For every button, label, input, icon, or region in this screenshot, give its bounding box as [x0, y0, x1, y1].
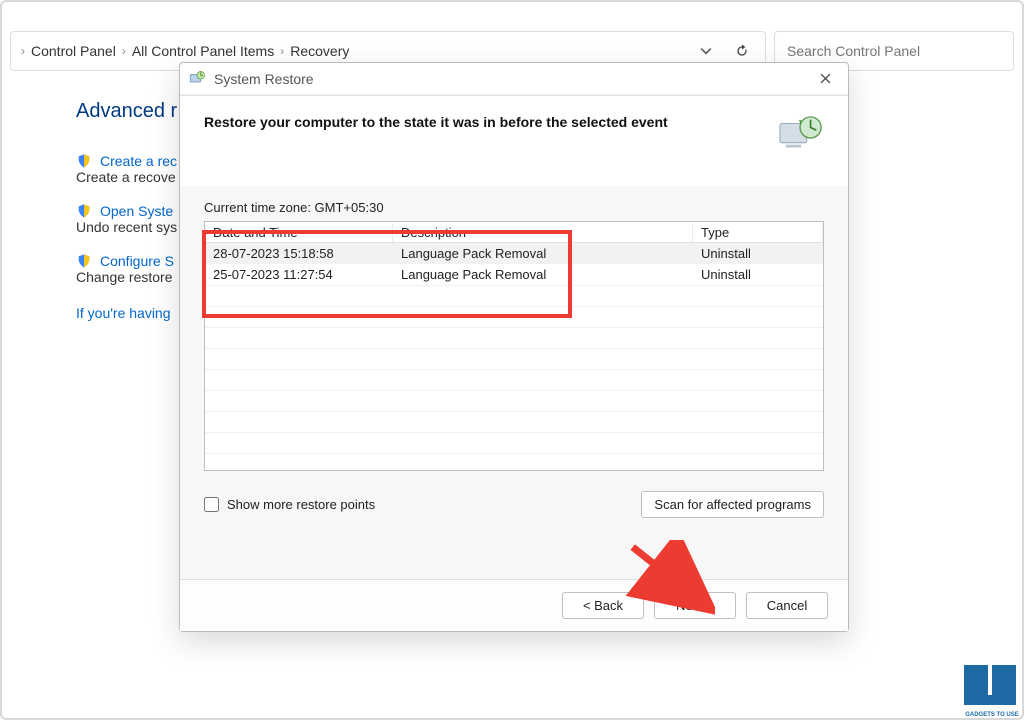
- cell-type: Uninstall: [693, 245, 823, 262]
- system-restore-large-icon: [778, 114, 824, 156]
- table-header[interactable]: Date and Time ⌄ Description Type: [205, 222, 823, 243]
- open-system-restore-label: Open Syste: [100, 203, 173, 219]
- col-type[interactable]: Type: [693, 223, 823, 242]
- sort-descending-icon: ⌄: [376, 226, 384, 237]
- system-restore-icon: [188, 70, 206, 88]
- chevron-right-icon: ›: [21, 44, 25, 58]
- create-recovery-label: Create a rec: [100, 153, 177, 169]
- history-dropdown-icon[interactable]: [693, 38, 719, 64]
- cell-desc: Language Pack Removal: [393, 245, 693, 262]
- cell-type: Uninstall: [693, 266, 823, 283]
- table-row[interactable]: 25-07-2023 11:27:54 Language Pack Remova…: [205, 264, 823, 285]
- cell-desc: Language Pack Removal: [393, 266, 693, 283]
- dialog-titlebar: System Restore: [180, 63, 848, 95]
- col-date-time[interactable]: Date and Time ⌄: [205, 223, 393, 242]
- dialog-footer: < Back Next > Cancel: [180, 579, 848, 631]
- show-more-label: Show more restore points: [227, 497, 375, 512]
- configure-system-restore-label: Configure S: [100, 253, 174, 269]
- watermark-logo: GADGETS TO USE: [962, 663, 1022, 718]
- back-button[interactable]: < Back: [562, 592, 644, 619]
- cell-date: 28-07-2023 15:18:58: [205, 245, 393, 262]
- breadcrumb-all-items[interactable]: All Control Panel Items: [132, 43, 274, 59]
- col-description[interactable]: Description: [393, 223, 693, 242]
- chevron-right-icon: ›: [280, 44, 284, 58]
- dialog-body: Restore your computer to the state it wa…: [180, 95, 848, 579]
- table-body: 28-07-2023 15:18:58 Language Pack Remova…: [205, 243, 823, 285]
- cancel-button[interactable]: Cancel: [746, 592, 828, 619]
- breadcrumb-recovery[interactable]: Recovery: [290, 43, 349, 59]
- breadcrumb-control-panel[interactable]: Control Panel: [31, 43, 116, 59]
- shield-icon: [76, 203, 92, 219]
- system-restore-dialog: System Restore Restore your computer to …: [179, 62, 849, 632]
- dialog-headline: Restore your computer to the state it wa…: [204, 114, 668, 130]
- show-more-checkbox[interactable]: Show more restore points: [204, 497, 375, 512]
- scan-affected-programs-button[interactable]: Scan for affected programs: [641, 491, 824, 518]
- restore-point-table[interactable]: Date and Time ⌄ Description Type 28-07-2…: [204, 221, 824, 471]
- show-more-checkbox-input[interactable]: [204, 497, 219, 512]
- close-button[interactable]: [810, 67, 840, 91]
- timezone-label: Current time zone: GMT+05:30: [204, 200, 824, 215]
- shield-icon: [76, 153, 92, 169]
- dialog-title: System Restore: [214, 71, 314, 87]
- next-button[interactable]: Next >: [654, 592, 736, 619]
- svg-text:GADGETS TO USE: GADGETS TO USE: [965, 712, 1019, 718]
- refresh-icon[interactable]: [729, 38, 755, 64]
- table-row[interactable]: 28-07-2023 15:18:58 Language Pack Remova…: [205, 243, 823, 264]
- chevron-right-icon: ›: [122, 44, 126, 58]
- cell-date: 25-07-2023 11:27:54: [205, 266, 393, 283]
- shield-icon: [76, 253, 92, 269]
